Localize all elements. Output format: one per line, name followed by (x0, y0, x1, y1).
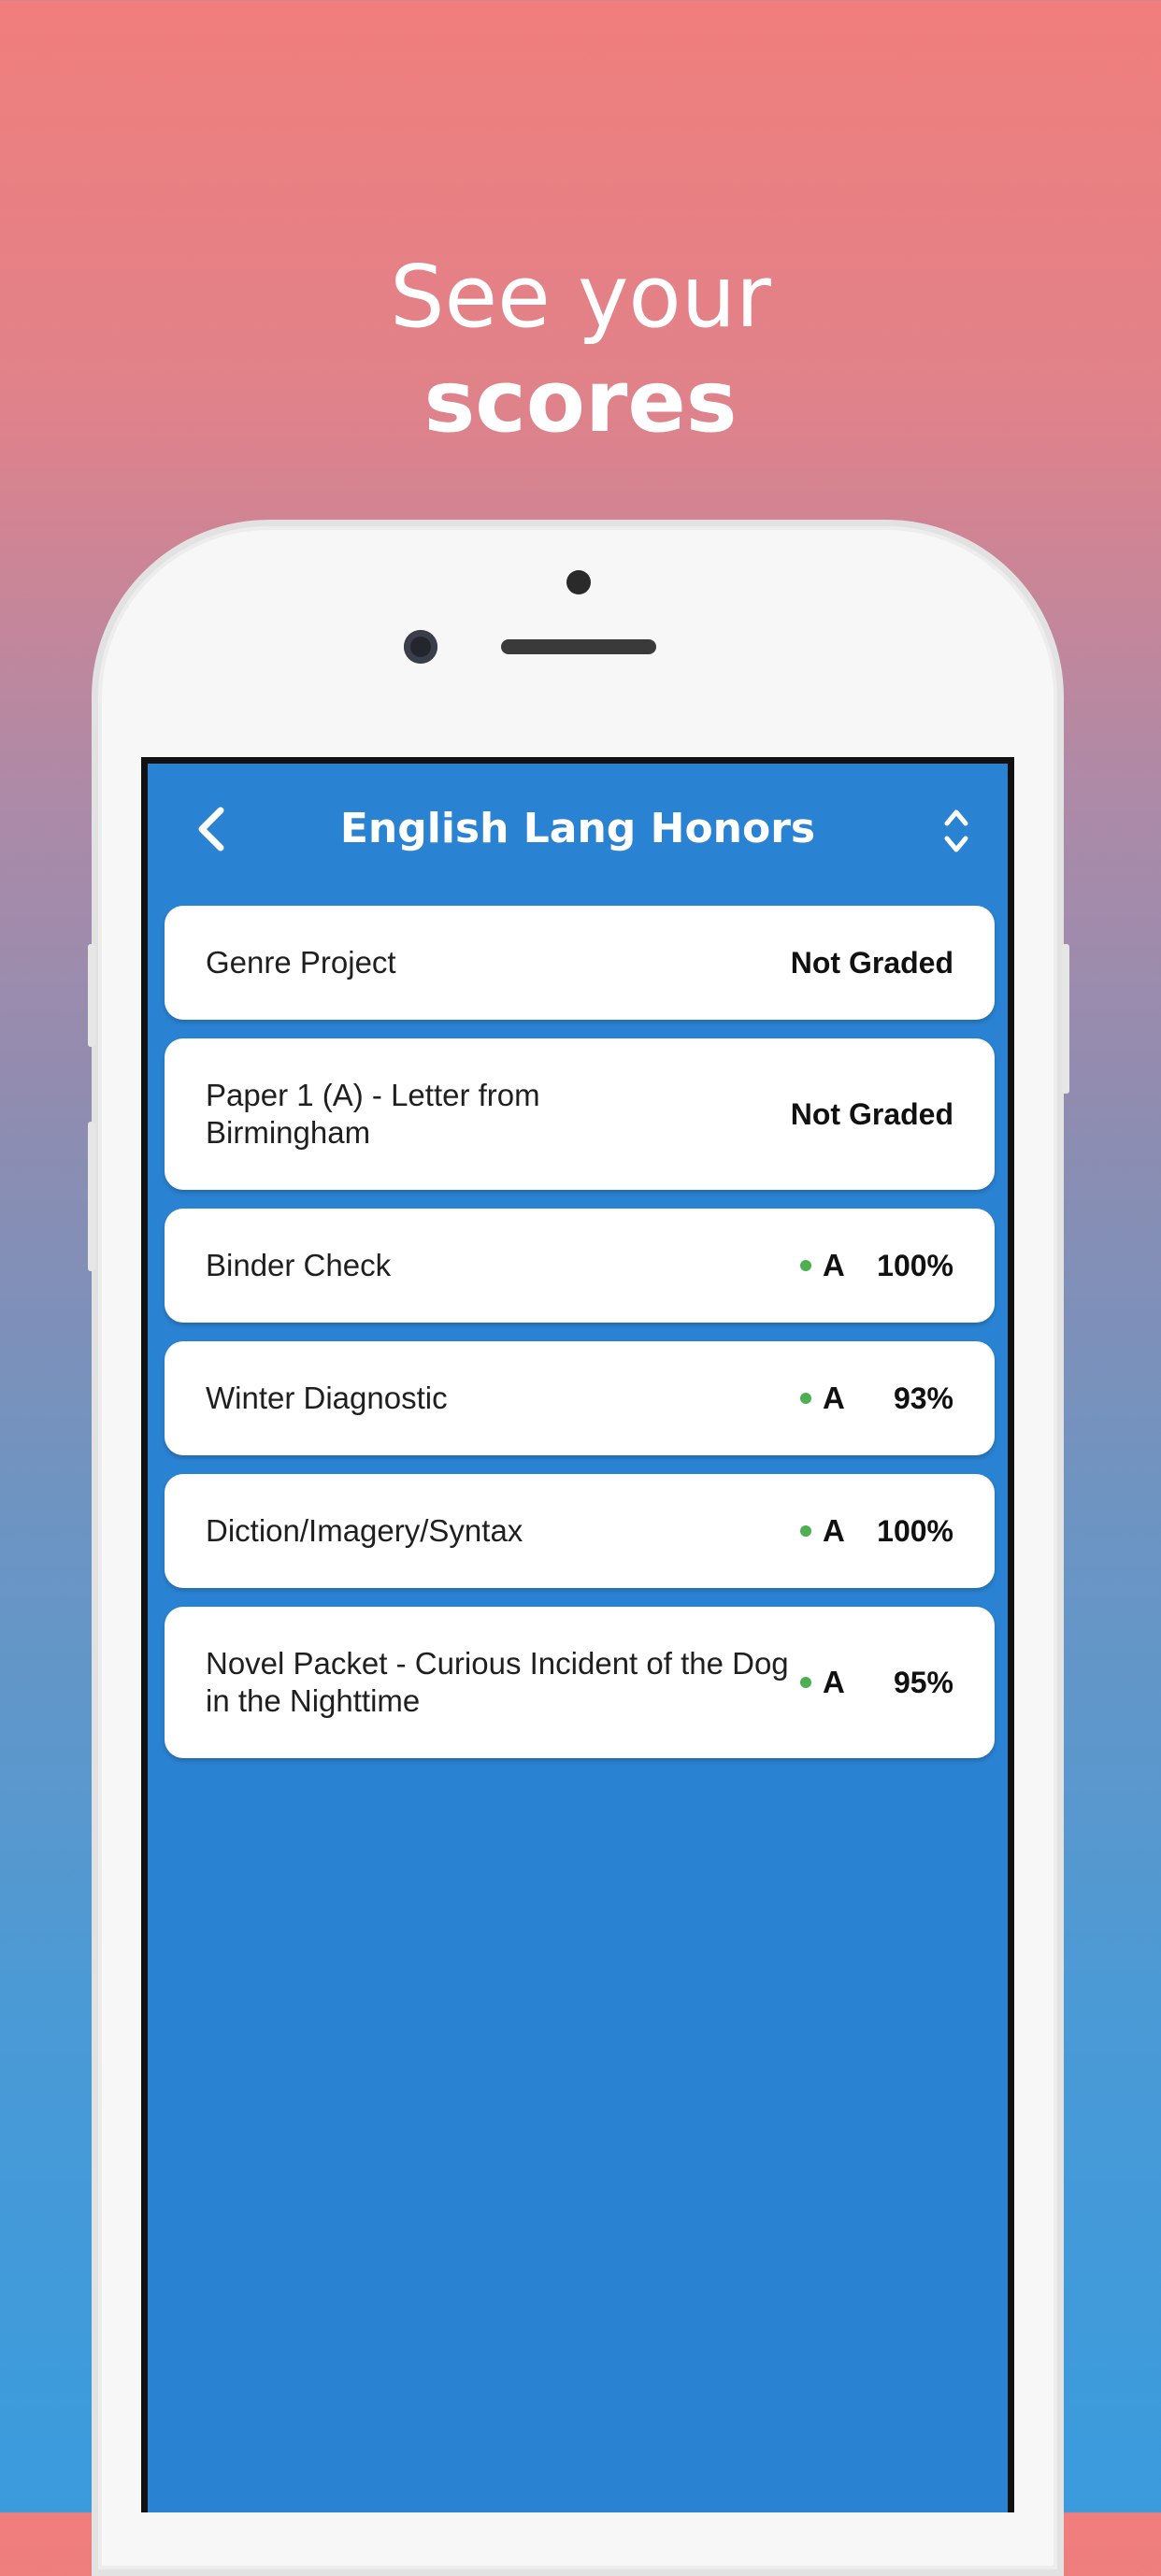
grade-dot-icon (800, 1260, 811, 1271)
assignment-name: Binder Check (206, 1248, 392, 1282)
assignment-row[interactable]: Winter Diagnostic A 93% (165, 1341, 995, 1455)
grade-block: A 95% (800, 1665, 953, 1700)
grade-percent: 100% (877, 1248, 953, 1282)
grade-percent: 95% (893, 1665, 953, 1699)
letter-grade: A (823, 1513, 845, 1548)
phone-side-button (88, 944, 95, 1047)
grade-status: Not Graded (790, 945, 953, 980)
assignment-row[interactable]: Binder Check A 100% (165, 1209, 995, 1323)
assignment-row[interactable]: Diction/Imagery/Syntax A 100% (165, 1474, 995, 1588)
sort-updown-icon[interactable] (942, 807, 970, 855)
headline-line2: scores (423, 351, 738, 451)
phone-side-button (1062, 944, 1069, 1094)
assignment-name: Diction/Imagery/Syntax (206, 1513, 523, 1548)
assignment-name: Winter Diagnostic (206, 1381, 448, 1415)
assignment-name: Novel Packet - Curious Incident of the D… (206, 1646, 789, 1718)
assignment-row[interactable]: Genre Project Not Graded (165, 906, 995, 1020)
app-screen: English Lang Honors Genre Project Not Gr… (141, 757, 1014, 2512)
grade-block: A 100% (800, 1513, 953, 1549)
letter-grade: A (823, 1248, 845, 1282)
letter-grade: A (823, 1381, 845, 1415)
nav-bar: English Lang Honors (148, 764, 1008, 893)
front-camera (404, 630, 437, 664)
assignment-list: Genre Project Not Graded Paper 1 (A) - L… (165, 906, 995, 1777)
page-title: English Lang Honors (339, 805, 816, 852)
grade-status: Not Graded (790, 1096, 953, 1131)
grade-dot-icon (800, 1677, 811, 1688)
assignment-name: Paper 1 (A) - Letter from Birmingham (206, 1078, 540, 1150)
phone-side-button (88, 1122, 95, 1271)
headline-line1: See your (390, 247, 771, 347)
grade-block: A 100% (800, 1248, 953, 1283)
assignment-name: Genre Project (206, 945, 396, 980)
letter-grade: A (823, 1665, 845, 1699)
grade-dot-icon (800, 1393, 811, 1404)
assignment-row[interactable]: Paper 1 (A) - Letter from Birmingham Not… (165, 1038, 995, 1190)
promo-headline: See your scores (0, 245, 1161, 454)
grade-dot-icon (800, 1525, 811, 1537)
earpiece-speaker (501, 639, 656, 654)
grade-percent: 93% (893, 1381, 953, 1415)
assignment-row[interactable]: Novel Packet - Curious Incident of the D… (165, 1607, 995, 1758)
front-sensor (566, 570, 591, 594)
grade-percent: 100% (877, 1513, 953, 1548)
grade-block: A 93% (800, 1381, 953, 1416)
